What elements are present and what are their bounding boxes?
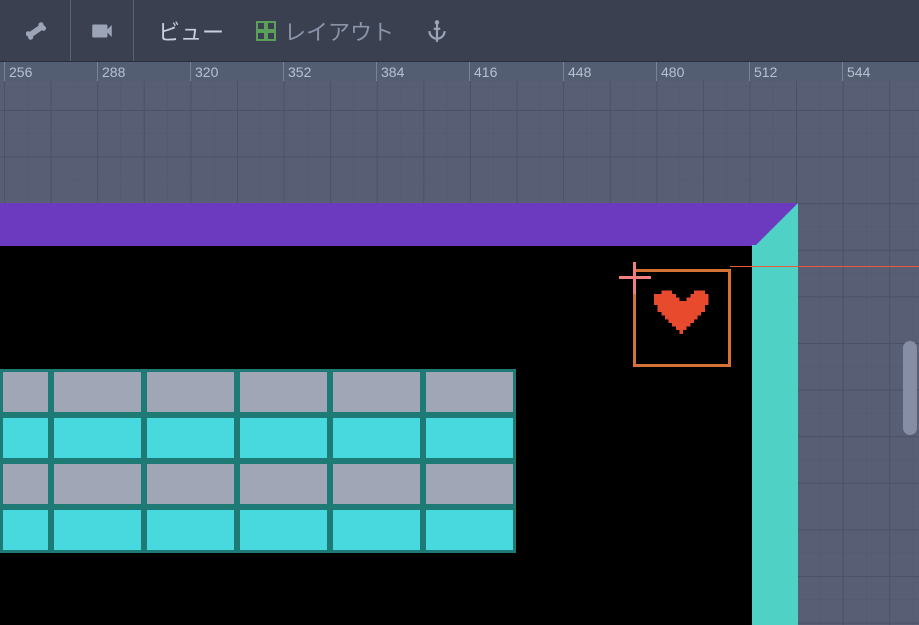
- crosshair-vertical: [633, 262, 636, 294]
- ruler-tick: 480: [656, 62, 684, 81]
- brick: [51, 369, 144, 415]
- editor-canvas[interactable]: [0, 81, 919, 625]
- brick: [51, 461, 144, 507]
- brick: [330, 461, 423, 507]
- ruler-tick: 256: [4, 62, 32, 81]
- bone-tool-button[interactable]: [8, 0, 71, 61]
- camera-icon: [89, 18, 115, 44]
- brick: [0, 461, 51, 507]
- brick-grid: [0, 369, 517, 553]
- brick: [0, 415, 51, 461]
- brick: [144, 461, 237, 507]
- brick: [51, 415, 144, 461]
- horizontal-ruler: 256 288 320 352 384 416 448 480 512 544: [0, 61, 919, 81]
- brick: [423, 369, 516, 415]
- view-menu-label: ビュー: [158, 15, 224, 47]
- brick: [330, 415, 423, 461]
- heart-sprite[interactable]: [654, 286, 712, 338]
- brick: [330, 507, 423, 553]
- brick: [51, 507, 144, 553]
- brick: [330, 369, 423, 415]
- teal-wall: [752, 245, 798, 625]
- bone-icon: [26, 18, 52, 44]
- layout-menu-label: レイアウト: [284, 15, 394, 47]
- ruler-tick: 320: [190, 62, 218, 81]
- vertical-scrollbar[interactable]: [903, 341, 917, 435]
- ruler-tick: 448: [563, 62, 591, 81]
- anchor-tool-button[interactable]: [406, 0, 468, 61]
- brick: [144, 415, 237, 461]
- layout-menu-button[interactable]: レイアウト: [242, 0, 406, 61]
- brick: [144, 369, 237, 415]
- brick: [0, 369, 51, 415]
- brick: [237, 369, 330, 415]
- view-menu-button[interactable]: ビュー: [134, 0, 242, 61]
- anchor-icon: [424, 18, 450, 44]
- purple-platform: [0, 203, 798, 246]
- ruler-tick: 352: [283, 62, 311, 81]
- ruler-tick: 512: [749, 62, 777, 81]
- brick: [423, 461, 516, 507]
- teal-triangle: [752, 203, 798, 249]
- ruler-tick: 544: [842, 62, 870, 81]
- ruler-tick: 384: [376, 62, 404, 81]
- brick: [237, 415, 330, 461]
- ruler-tick: 416: [469, 62, 497, 81]
- toolbar: ビュー レイアウト: [0, 0, 919, 61]
- brick: [423, 507, 516, 553]
- ruler-tick: 288: [97, 62, 125, 81]
- grid-icon: [254, 19, 278, 43]
- guide-line-horizontal: [730, 266, 919, 267]
- brick: [144, 507, 237, 553]
- brick: [423, 415, 516, 461]
- camera-tool-button[interactable]: [71, 0, 134, 61]
- brick: [237, 507, 330, 553]
- brick: [0, 507, 51, 553]
- brick: [237, 461, 330, 507]
